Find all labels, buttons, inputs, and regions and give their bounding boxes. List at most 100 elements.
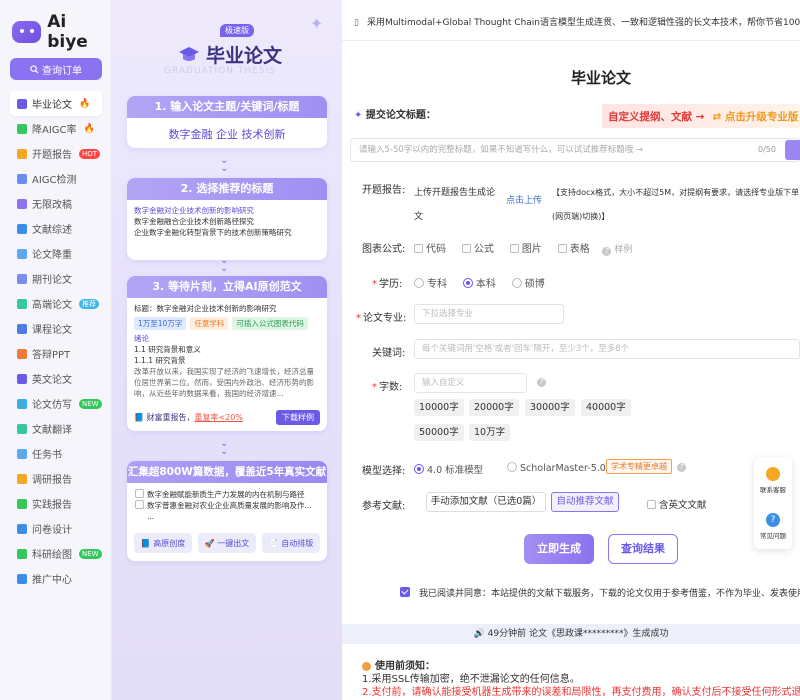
sidebar-item[interactable]: 推广中心 [10,566,102,591]
word-chip[interactable]: 20000字 [469,399,519,416]
sidebar-item[interactable]: 论文降重 [10,241,102,266]
chart-option-code[interactable]: 代码 [414,244,446,255]
model-option[interactable]: 4.0 标准模型 [414,462,483,476]
sidebar-item[interactable]: 毕业论文 🔥 [10,91,102,116]
title-counter: 0/50 [758,145,776,154]
agreement-text: 我已阅读并同意：本站提供的文献下载服务，下载的论文仅用于参考借鉴，不作为毕业、发… [419,589,800,599]
degree-option[interactable]: 本科 [462,278,496,290]
nav-icon [17,98,27,109]
radio[interactable] [507,462,517,472]
manual-add-ref-button[interactable]: 手动添加文献（已选0篇） [426,492,546,512]
nav-icon [17,198,27,209]
radio[interactable] [511,278,522,288]
nav-icon [17,473,27,484]
sidebar-item[interactable]: 答辩PPT [10,341,102,366]
download-sample-button[interactable]: 下载样例 [276,410,320,425]
sidebar-item[interactable]: 英文论文 [10,366,102,391]
sidebar-item[interactable]: 期刊论文 [10,266,102,291]
words-input[interactable]: 输入自定义 [414,373,527,393]
radio[interactable] [414,278,424,288]
upload-link[interactable]: 点击上传 [506,193,542,206]
fire-icon: 🔥 [79,98,91,109]
checkbox[interactable] [461,244,471,253]
sidebar-item[interactable]: 课程论文 [10,316,102,341]
help-icon[interactable]: ? [537,378,546,387]
sidebar-item-label: 推广中心 [32,575,72,586]
nav-icon [17,123,27,134]
degree-option[interactable]: 硕博 [511,278,545,290]
main-content: ▯ 采用Multimodal+Global Thought Chain语言模型生成… [342,0,800,700]
sidebar-item[interactable]: 调研报告 [10,466,102,491]
keywords-input[interactable]: 每个关键词用'空格'或者'回车'隔开，至少3个，至多8个 [414,339,800,359]
sidebar-item[interactable]: 无限改稿 [10,191,102,216]
contact-service-button[interactable]: 联系客服 [754,457,792,503]
sidebar-item-label: 科研绘图 [32,550,72,561]
word-chip[interactable]: 40000字 [581,399,631,416]
chart-option-table[interactable]: 表格 [557,244,590,255]
repeat-rate: 重复率<20% [194,413,243,422]
major-select[interactable]: 下拉选择专业 [414,304,564,324]
upgrade-model-badge[interactable]: 学术专精更卓越 [606,459,672,474]
radio-selected[interactable] [462,278,473,288]
sidebar-item[interactable]: 实践报告 [10,491,102,516]
upgrade-banner[interactable]: 自定义提纲、文献 → ⇄ 点击升级专业版 [602,104,800,128]
model-option[interactable]: ScholarMaster-5.0 [507,462,606,474]
title-option[interactable]: 企业数字金融化转型背景下的技术创新策略研究 [134,227,320,238]
divider [342,40,800,41]
chevron-down-icon: ⌄ ⌄ [220,438,229,457]
sidebar-item[interactable]: 文献翻译 [10,416,102,441]
sidebar-item-label: 文献综述 [32,225,72,236]
badge: HOT [79,148,101,159]
sidebar-item-label: 毕业论文 [32,100,72,111]
sidebar-item[interactable]: 科研绘图 NEW [10,541,102,566]
checkbox-checked[interactable] [400,587,410,597]
custom-outline-link[interactable]: 自定义提纲、文献 → [608,109,704,124]
checkbox[interactable] [509,244,519,253]
sidebar-item[interactable]: 降AIGC率 🔥 [10,116,102,141]
sidebar-item-label: 实践报告 [32,500,72,511]
word-chip[interactable]: 10万字 [469,424,511,441]
sidebar-item[interactable]: 论文仿写 NEW [10,391,102,416]
feature-panel: ✦ 极速版 毕业论文 GRADUATION THESIS 1. 输入论文主题/关… [112,0,342,700]
sidebar-item[interactable]: 问卷设计 [10,516,102,541]
query-order-button[interactable]: 查询订单 [10,58,102,80]
ref-item: ... [147,512,155,521]
sidebar-item[interactable]: 高端论文 推荐 [10,291,102,316]
degree-option[interactable]: 专科 [414,278,447,290]
chart-option-image[interactable]: 图片 [509,244,542,255]
word-chip[interactable]: 30000字 [525,399,575,416]
title-option[interactable]: 数字金融融合企业技术创新路径探究 [134,216,320,227]
title-option[interactable]: 数字金融对企业技术创新的影响研究 [134,205,320,216]
step-3-card: 3. 等待片刻，立得AI原创范文 标题：数字金融对企业技术创新的影响研究 1万至… [127,276,327,431]
recommend-title-button[interactable] [785,140,800,160]
title-input[interactable]: 请输入5-50字以内的完整标题，如果不知道写什么，可以试试推荐标题哦 → [350,138,800,162]
usage-notice: 使用前须知： 1.采用SSL传输加密，绝不泄漏论文的任何信息。 2.支付前，请确… [362,660,800,699]
sidebar-item[interactable]: 开题报告 HOT [10,141,102,166]
nav-icon [17,173,27,184]
sidebar-item[interactable]: AIGC检测 [10,166,102,191]
sidebar-item[interactable]: 文献综述 [10,216,102,241]
auto-recommend-ref-button[interactable]: 自动推荐文献 [551,492,619,512]
radio-selected[interactable] [414,464,424,474]
speed-badge: 极速版 [220,24,254,37]
word-chip[interactable]: 50000字 [414,424,464,441]
agreement[interactable]: 我已阅读并同意：本站提供的文献下载服务，下载的论文仅用于参考借鉴，不作为毕业、发… [400,586,800,599]
english-ref-option[interactable]: 含英文文献 [647,497,707,511]
upgrade-pro-link[interactable]: ⇄ 点击升级专业版 [712,109,798,124]
checkbox[interactable] [557,244,567,253]
logo[interactable]: Ai biye [12,12,111,52]
checkbox[interactable] [647,500,656,509]
checkbox[interactable] [414,244,423,253]
help-icon[interactable]: ? [677,463,686,472]
nav-icon [17,573,27,584]
faq-button[interactable]: ? 常见问题 [754,503,792,549]
chart-example[interactable]: ? 样例 [602,245,632,256]
word-chip[interactable]: 10000字 [414,399,464,416]
nav-icon [17,373,27,384]
sidebar-item[interactable]: 任务书 [10,441,102,466]
nav-icon [17,523,27,534]
query-result-button[interactable]: 查询结果 [608,534,678,564]
chart-option-formula[interactable]: 公式 [461,244,494,255]
generate-button[interactable]: 立即生成 [524,534,594,564]
auto-format-button: 📄 自动排版 [262,533,320,553]
